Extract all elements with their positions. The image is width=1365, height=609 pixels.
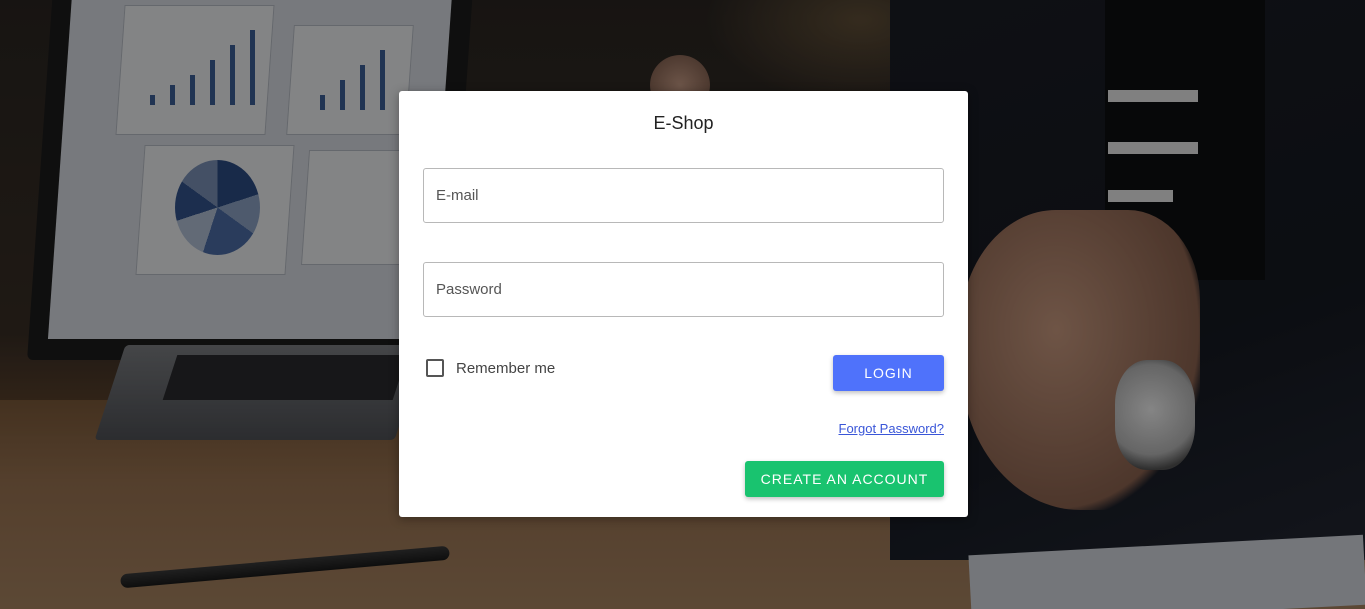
email-field-container xyxy=(423,168,944,223)
forgot-password-link[interactable]: Forgot Password? xyxy=(839,421,945,436)
remember-me-control[interactable]: Remember me xyxy=(426,359,555,377)
remember-me-label: Remember me xyxy=(456,359,556,377)
email-input[interactable] xyxy=(424,169,943,222)
password-field-container xyxy=(423,262,944,317)
remember-me-checkbox[interactable] xyxy=(426,359,444,377)
password-input[interactable] xyxy=(424,263,943,316)
create-account-button[interactable]: CREATE AN ACCOUNT xyxy=(745,461,944,497)
login-button[interactable]: LOGIN xyxy=(833,355,944,391)
login-card: E-Shop Remember me LOGIN Forgot Password… xyxy=(399,91,968,517)
app-title: E-Shop xyxy=(653,113,714,133)
